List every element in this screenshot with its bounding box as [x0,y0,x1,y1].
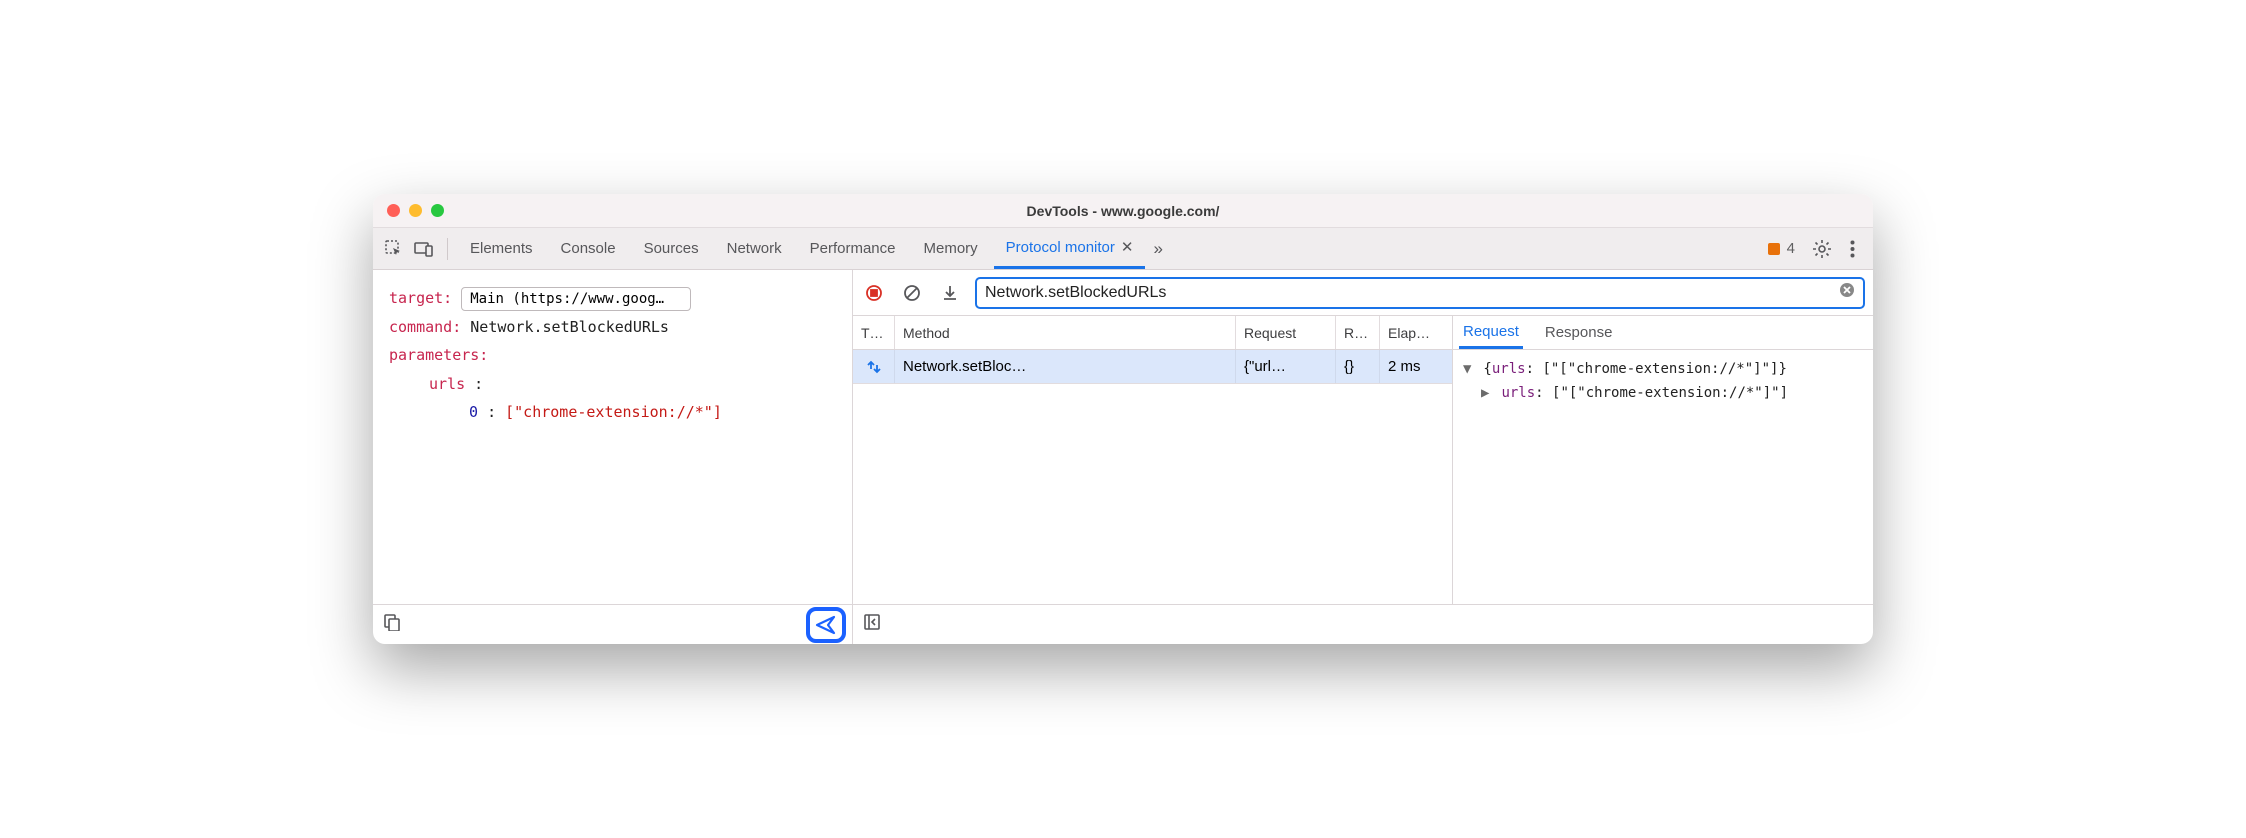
minimize-window-icon[interactable] [409,204,422,217]
send-command-button[interactable] [806,607,846,643]
filter-input[interactable] [985,284,1839,302]
devtools-window: DevTools - www.google.com/ Elements Cons… [373,194,1873,644]
log-row-elapsed: 2 ms [1380,350,1452,383]
copy-icon[interactable] [383,613,401,636]
bidirectional-icon [866,359,882,375]
maximize-window-icon[interactable] [431,204,444,217]
tab-performance[interactable]: Performance [798,228,908,269]
col-method[interactable]: Method [895,316,1236,349]
target-label: target: [389,289,452,307]
more-tabs-icon[interactable]: » [1153,239,1162,259]
record-icon[interactable] [861,280,887,306]
divider [447,238,448,260]
tab-protocol-monitor[interactable]: Protocol monitor ✕ [994,228,1146,269]
warnings-count: 4 [1787,240,1795,257]
tree-row-child[interactable]: ▶ urls: ["["chrome-extension://*"]"] [1463,382,1863,406]
window-title: DevTools - www.google.com/ [373,203,1873,219]
filter-input-wrapper [975,277,1865,309]
tab-protocol-monitor-label: Protocol monitor [1006,239,1115,256]
collapse-pane-icon[interactable] [863,613,881,636]
close-window-icon[interactable] [387,204,400,217]
tree-row-root[interactable]: ▼ {urls: ["["chrome-extension://*"]"]} [1463,358,1863,382]
warning-icon [1766,241,1782,257]
close-tab-icon[interactable]: ✕ [1121,238,1134,256]
caret-down-icon: ▼ [1463,358,1475,382]
inspect-element-icon[interactable] [381,236,407,262]
protocol-split: T… Method Request R… Elap… Network.setBl… [853,316,1873,604]
col-type[interactable]: T… [853,316,895,349]
save-icon[interactable] [937,280,963,306]
window-controls [387,204,444,217]
col-request[interactable]: Request [1236,316,1336,349]
command-value: Network.setBlockedURLs [470,318,669,336]
log-row-response: {} [1336,350,1380,383]
log-row[interactable]: Network.setBloc… {"url… {} 2 ms [853,350,1452,384]
warnings-badge[interactable]: 4 [1766,240,1795,257]
clear-filter-icon[interactable] [1839,282,1855,303]
log-row-method: Network.setBloc… [895,350,1236,383]
details-tab-response[interactable]: Response [1541,316,1617,349]
caret-right-icon: ▶ [1481,382,1493,406]
device-toolbar-icon[interactable] [411,236,437,262]
command-editor-footer [373,604,852,644]
command-editor-body: target: Main (https://www.goog… ▾ comman… [373,270,852,604]
protocol-toolbar [853,270,1873,316]
col-elapsed[interactable]: Elap… [1380,316,1452,349]
param-urls-label: urls [429,375,465,393]
command-label: command: [389,318,461,336]
parameters-label: parameters: [389,346,488,364]
titlebar: DevTools - www.google.com/ [373,194,1873,228]
tab-memory[interactable]: Memory [912,228,990,269]
param-value: ["chrome-extension://*"] [505,403,722,421]
command-editor-pane: target: Main (https://www.goog… ▾ comman… [373,270,853,644]
tab-console[interactable]: Console [549,228,628,269]
details-tab-request[interactable]: Request [1459,316,1523,349]
main-tabbar: Elements Console Sources Network Perform… [373,228,1873,270]
log-table-pane: T… Method Request R… Elap… Network.setBl… [853,316,1453,604]
tab-elements[interactable]: Elements [458,228,545,269]
tab-network[interactable]: Network [715,228,794,269]
more-menu-icon[interactable] [1839,236,1865,262]
log-table-header: T… Method Request R… Elap… [853,316,1452,350]
details-tabs: Request Response [1453,316,1873,350]
tab-sources[interactable]: Sources [632,228,711,269]
col-response[interactable]: R… [1336,316,1380,349]
param-index: 0 [469,403,478,421]
clear-icon[interactable] [899,280,925,306]
details-pane: Request Response ▼ {urls: ["["chrome-ext… [1453,316,1873,604]
target-select[interactable]: Main (https://www.goog… [461,287,691,311]
log-row-request: {"url… [1236,350,1336,383]
protocol-footer [853,604,1873,644]
protocol-log-pane: T… Method Request R… Elap… Network.setBl… [853,270,1873,644]
details-body: ▼ {urls: ["["chrome-extension://*"]"]} ▶… [1453,350,1873,414]
content-area: target: Main (https://www.goog… ▾ comman… [373,270,1873,644]
settings-icon[interactable] [1809,236,1835,262]
